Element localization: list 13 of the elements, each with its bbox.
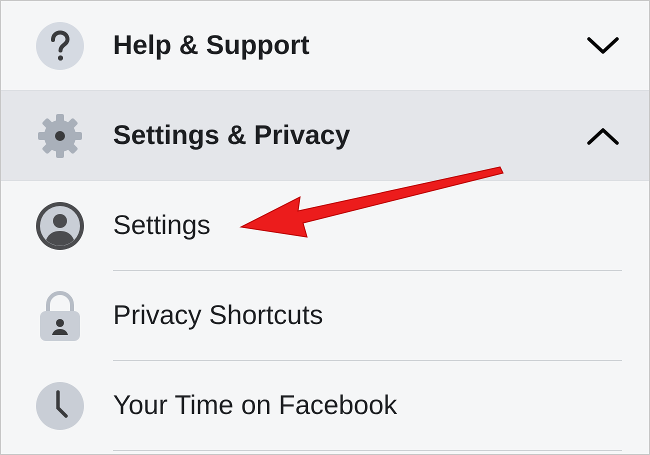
profile-icon: [36, 202, 84, 250]
lock-icon: [38, 291, 82, 341]
clock-icon: [36, 382, 84, 430]
menu-item[interactable]: Your Time on Facebook: [1, 361, 649, 451]
menu-section-header[interactable]: Settings & Privacy: [1, 91, 649, 181]
help-icon: [36, 22, 84, 70]
menu-item-label: Settings: [113, 209, 211, 242]
section-label: Help & Support: [113, 29, 310, 62]
gear-icon: [36, 112, 84, 160]
menu-item[interactable]: Privacy Shortcuts: [1, 271, 649, 361]
menu-item-label: Privacy Shortcuts: [113, 299, 324, 332]
section-label: Settings & Privacy: [113, 119, 352, 152]
menu-item-label: Your Time on Facebook: [113, 389, 398, 422]
